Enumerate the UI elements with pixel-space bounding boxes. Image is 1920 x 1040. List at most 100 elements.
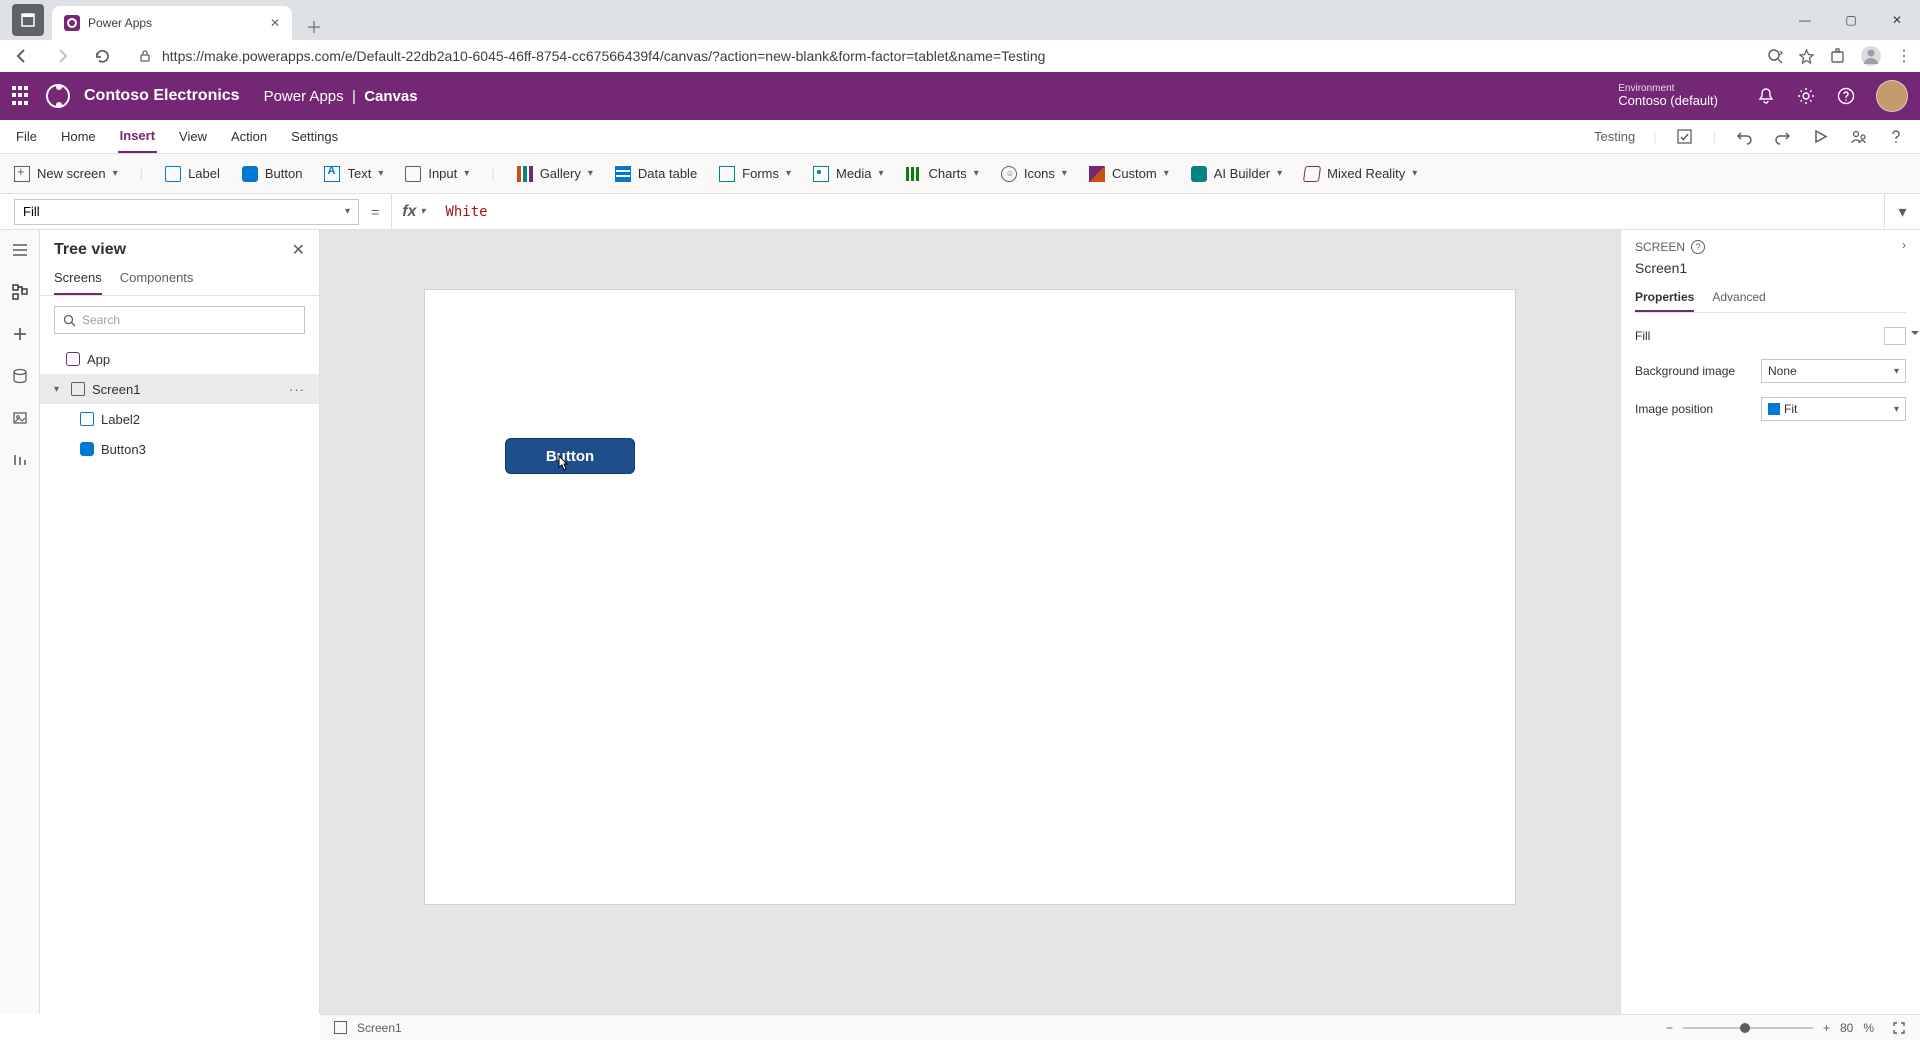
insert-media-button[interactable]: Media▾ xyxy=(813,166,883,182)
search-engine-icon[interactable] xyxy=(1767,48,1784,65)
zoom-controls: − + 80 % xyxy=(1666,1021,1906,1035)
menu-help-icon[interactable] xyxy=(1886,127,1906,147)
app-checker-icon[interactable] xyxy=(1675,127,1695,147)
more-options-icon[interactable]: ··· xyxy=(289,382,305,397)
back-button[interactable] xyxy=(8,42,36,70)
close-window-button[interactable]: ✕ xyxy=(1874,0,1920,40)
help-tooltip-icon[interactable]: ? xyxy=(1691,240,1705,254)
prop-bgimage-label: Background image xyxy=(1635,364,1735,378)
status-screen-name[interactable]: Screen1 xyxy=(357,1021,402,1035)
insert-rail-icon[interactable] xyxy=(10,324,30,344)
insert-label-button[interactable]: Label xyxy=(165,166,220,182)
button-icon xyxy=(242,166,258,182)
close-panel-icon[interactable]: ✕ xyxy=(292,240,305,260)
window-menu-icon[interactable] xyxy=(12,4,44,36)
formula-expand-icon[interactable]: ▾ xyxy=(1884,194,1920,229)
fx-label[interactable]: fx▾ xyxy=(391,194,435,229)
zoom-out-button[interactable]: − xyxy=(1666,1021,1673,1035)
browser-tab[interactable]: Power Apps ✕ xyxy=(52,6,292,40)
new-tab-button[interactable]: ＋ xyxy=(300,12,328,40)
insert-datatable-button[interactable]: Data table xyxy=(615,166,697,182)
redo-icon[interactable] xyxy=(1772,127,1792,147)
app-name-label[interactable]: Testing xyxy=(1594,129,1635,144)
tab-advanced[interactable]: Advanced xyxy=(1712,286,1765,312)
forward-button[interactable] xyxy=(48,42,76,70)
insert-charts-button[interactable]: Charts▾ xyxy=(906,166,979,181)
help-icon[interactable] xyxy=(1836,86,1856,106)
new-screen-button[interactable]: New screen▾ xyxy=(14,166,118,182)
tab-screens[interactable]: Screens xyxy=(54,264,102,295)
app-launcher-icon[interactable] xyxy=(12,86,32,106)
fill-color-picker[interactable] xyxy=(1884,327,1906,345)
media-rail-icon[interactable] xyxy=(10,408,30,428)
extensions-icon[interactable] xyxy=(1829,48,1846,65)
forms-icon xyxy=(719,166,735,182)
reload-button[interactable] xyxy=(88,42,116,70)
menu-insert[interactable]: Insert xyxy=(118,120,157,153)
zoom-in-button[interactable]: + xyxy=(1823,1021,1830,1035)
play-preview-icon[interactable] xyxy=(1810,127,1830,147)
button-node-icon xyxy=(80,442,94,456)
address-bar[interactable]: https://make.powerapps.com/e/Default-22d… xyxy=(128,48,1755,64)
menu-file[interactable]: File xyxy=(14,120,39,153)
settings-gear-icon[interactable] xyxy=(1796,86,1816,106)
prop-fill-row: Fill xyxy=(1635,327,1906,345)
fit-to-window-icon[interactable] xyxy=(1892,1021,1906,1035)
status-bar: Screen1 − + 80 % xyxy=(320,1014,1920,1040)
share-icon[interactable] xyxy=(1848,127,1868,147)
insert-forms-button[interactable]: Forms▾ xyxy=(719,166,791,182)
undo-icon[interactable] xyxy=(1734,127,1754,147)
canvas-button-control[interactable]: Button xyxy=(505,438,635,474)
input-icon xyxy=(405,166,421,182)
data-rail-icon[interactable] xyxy=(10,366,30,386)
user-avatar[interactable] xyxy=(1876,80,1908,112)
tree-node-screen1[interactable]: ▾ Screen1 ··· xyxy=(40,374,319,404)
tree-search-input[interactable]: Search xyxy=(54,306,305,334)
menu-view[interactable]: View xyxy=(177,120,209,153)
tree-node-label2[interactable]: Label2 xyxy=(40,404,319,434)
insert-input-button[interactable]: Input▾ xyxy=(405,166,469,182)
insert-custom-button[interactable]: Custom▾ xyxy=(1089,166,1169,182)
tree-view-rail-icon[interactable] xyxy=(10,282,30,302)
environment-picker[interactable]: Environment Contoso (default) xyxy=(1618,83,1718,108)
advanced-tools-rail-icon[interactable] xyxy=(10,450,30,470)
prop-bgimage-row: Background image None▾ xyxy=(1635,359,1906,383)
collapse-props-icon[interactable]: › xyxy=(1902,238,1906,252)
bgimage-select[interactable]: None▾ xyxy=(1761,359,1906,383)
insert-text-button[interactable]: AText▾ xyxy=(324,166,383,182)
tab-properties[interactable]: Properties xyxy=(1635,286,1694,312)
zoom-slider[interactable] xyxy=(1683,1027,1813,1029)
insert-button-button[interactable]: Button xyxy=(242,166,303,182)
menu-bar: File Home Insert View Action Settings Te… xyxy=(0,120,1920,154)
browser-menu-icon[interactable]: ⋮ xyxy=(1896,46,1912,66)
design-canvas[interactable]: Button xyxy=(425,290,1515,904)
insert-icons-button[interactable]: ☺Icons▾ xyxy=(1001,166,1067,182)
charts-icon xyxy=(906,167,922,181)
formula-input[interactable]: White xyxy=(435,204,1884,220)
selected-control-name[interactable]: Screen1 xyxy=(1635,260,1906,276)
menu-home[interactable]: Home xyxy=(59,120,98,153)
menu-action[interactable]: Action xyxy=(229,120,269,153)
insert-gallery-button[interactable]: Gallery▾ xyxy=(517,166,593,182)
menu-settings[interactable]: Settings xyxy=(289,120,340,153)
minimize-button[interactable]: ― xyxy=(1782,0,1828,40)
maximize-button[interactable]: ▢ xyxy=(1828,0,1874,40)
tab-close-icon[interactable]: ✕ xyxy=(270,16,280,30)
tab-components[interactable]: Components xyxy=(120,264,194,295)
notifications-icon[interactable] xyxy=(1756,86,1776,106)
hamburger-icon[interactable] xyxy=(10,240,30,260)
insert-aibuilder-button[interactable]: AI Builder▾ xyxy=(1191,166,1282,182)
tree-node-button3[interactable]: Button3 xyxy=(40,434,319,464)
collapse-icon[interactable]: ▾ xyxy=(54,384,64,395)
tree-tabs: Screens Components xyxy=(40,264,319,296)
insert-mixedreality-button[interactable]: Mixed Reality▾ xyxy=(1304,166,1417,182)
profile-icon[interactable] xyxy=(1860,45,1882,67)
tree-view-panel: Tree view ✕ Screens Components Search Ap… xyxy=(40,230,320,1014)
property-selector[interactable]: Fill ▾ xyxy=(14,199,359,225)
favorite-icon[interactable] xyxy=(1798,48,1815,65)
text-icon: A xyxy=(324,166,340,182)
canvas-area[interactable]: Button xyxy=(320,230,1620,1014)
tree-node-app[interactable]: App xyxy=(40,344,319,374)
imgpos-select[interactable]: Fit▾ xyxy=(1761,397,1906,421)
prop-imgpos-row: Image position Fit▾ xyxy=(1635,397,1906,421)
